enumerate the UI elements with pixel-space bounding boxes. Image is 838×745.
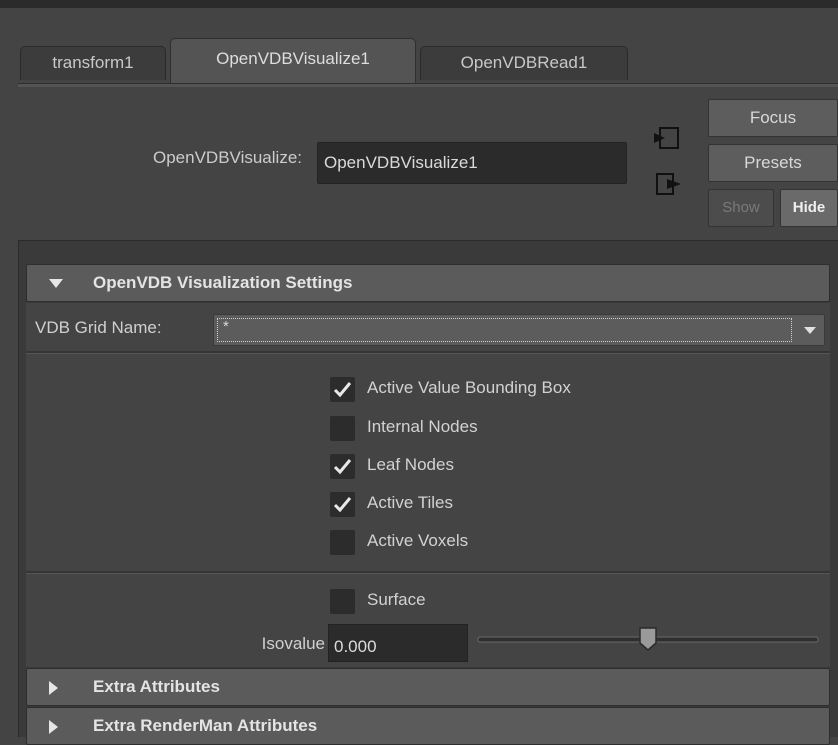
hide-button[interactable]: Hide [780, 189, 838, 227]
section-body [26, 303, 830, 667]
vdb-grid-name-value: * [223, 318, 229, 335]
presets-button[interactable]: Presets [708, 144, 838, 182]
section-extra-renderman-attributes[interactable]: Extra RenderMan Attributes [26, 707, 830, 745]
tab-bar-divider [18, 83, 838, 87]
collapsed-triangle-icon [49, 669, 58, 695]
focus-button[interactable]: Focus [708, 99, 838, 137]
tab-openvdbread1[interactable]: OpenVDBRead1 [420, 46, 628, 80]
isovalue-field[interactable] [328, 624, 468, 662]
isovalue-label: Isovalue [261, 634, 325, 653]
node-type-label: OpenVDBVisualize: [153, 148, 302, 167]
show-button[interactable]: Show [708, 189, 774, 227]
checkbox-label: Active Value Bounding Box [367, 378, 571, 397]
section-title: OpenVDB Visualization Settings [93, 273, 353, 292]
checkbox-box[interactable] [330, 492, 355, 517]
input-connection-icon[interactable] [651, 126, 681, 155]
checkmark-icon [333, 497, 352, 513]
section-title: Extra Attributes [93, 677, 220, 696]
chevron-down-icon [804, 327, 816, 334]
section-title: Extra RenderMan Attributes [93, 716, 318, 735]
slider-handle[interactable] [639, 627, 657, 651]
checkmark-icon [333, 459, 352, 475]
checkmark-icon [333, 382, 352, 398]
section-openvdb-visualization-settings[interactable]: OpenVDB Visualization Settings [26, 264, 830, 302]
checkbox-label: Leaf Nodes [367, 455, 454, 474]
checkbox-label: Active Tiles [367, 493, 453, 512]
checkbox-label: Internal Nodes [367, 417, 478, 436]
checkbox-box[interactable] [330, 454, 355, 479]
window-top-border [0, 0, 838, 8]
checkbox-box[interactable] [330, 530, 355, 555]
collapsed-triangle-icon [49, 708, 58, 734]
output-connection-icon[interactable] [655, 172, 685, 201]
divider [26, 351, 830, 354]
divider [26, 571, 830, 574]
tab-openvdbvisualize1[interactable]: OpenVDBVisualize1 [170, 38, 416, 84]
checkbox-label: Surface [367, 590, 426, 609]
node-name-field[interactable] [317, 142, 627, 184]
checkbox-label: Active Voxels [367, 531, 469, 550]
section-extra-attributes[interactable]: Extra Attributes [26, 668, 830, 706]
checkbox-box[interactable] [330, 377, 355, 402]
vdb-grid-name-dropdown[interactable]: * [213, 314, 825, 346]
vdb-grid-name-label: VDB Grid Name: [35, 318, 162, 337]
checkbox-box[interactable] [330, 589, 355, 614]
isovalue-slider[interactable] [476, 626, 820, 656]
focus-outline [217, 318, 792, 342]
tab-transform1[interactable]: transform1 [20, 46, 166, 80]
checkbox-box[interactable] [330, 416, 355, 441]
expanded-triangle-icon [49, 265, 63, 288]
